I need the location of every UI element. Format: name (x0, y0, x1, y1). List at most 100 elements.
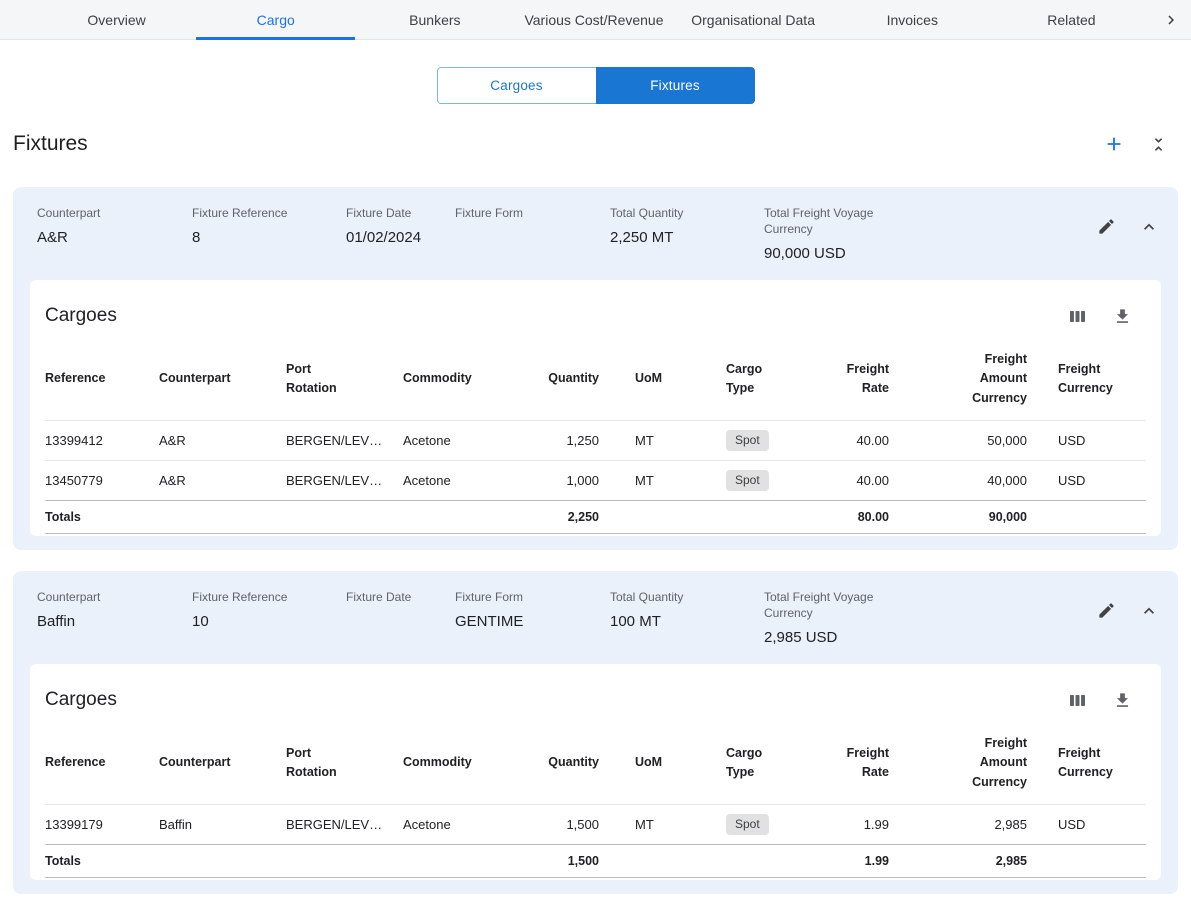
collapse-all-button[interactable] (1147, 133, 1170, 156)
unfold-less-icon (1149, 135, 1168, 154)
page-title: Fixtures (13, 132, 88, 156)
col-header-counterpart: Counterpart (159, 728, 286, 805)
totals-freight-rate: 80.00 (841, 501, 899, 534)
add-fixture-button[interactable] (1101, 131, 1127, 157)
col-header-freight-rate: Freight Rate (841, 728, 899, 805)
table-row: 13450779 A&R BERGEN/LEV… Acetone 1,000 M… (45, 461, 1146, 501)
col-header-freight-currency: Freight Currency (1033, 728, 1146, 805)
column-settings-button[interactable] (1066, 689, 1089, 712)
cell-cargo-type: Spot (721, 421, 841, 461)
totals-label: Totals (45, 501, 159, 534)
cell-counterpart: Baffin (159, 805, 286, 845)
tab-overview[interactable]: Overview (37, 0, 196, 39)
download-icon (1113, 691, 1132, 710)
chevron-up-icon (1139, 217, 1159, 237)
cell-uom: MT (605, 421, 721, 461)
totals-freight-amount-currency: 2,985 (899, 845, 1033, 878)
chevron-right-icon (1162, 11, 1180, 29)
cargoes-fixtures-toggle: Cargoes Fixtures (0, 67, 1191, 104)
cell-quantity: 1,500 (525, 805, 605, 845)
col-header-port-rotation: Port Rotation (286, 344, 403, 421)
cell-freight-rate: 40.00 (841, 461, 899, 501)
download-button[interactable] (1111, 689, 1134, 712)
download-icon (1113, 307, 1132, 326)
cell-cargo-type: Spot (721, 461, 841, 501)
cell-uom: MT (605, 805, 721, 845)
tab-invoices[interactable]: Invoices (833, 0, 992, 39)
cargoes-table: Reference Counterpart Port Rotation Comm… (45, 344, 1146, 534)
column-settings-button[interactable] (1066, 305, 1089, 328)
cell-reference: 13399179 (45, 805, 159, 845)
cell-reference: 13450779 (45, 461, 159, 501)
tab-various-cost-revenue[interactable]: Various Cost/Revenue (514, 0, 673, 39)
totals-quantity: 1,500 (525, 845, 605, 878)
tab-bunkers[interactable]: Bunkers (355, 0, 514, 39)
field-label-fixture-reference: Fixture Reference (192, 589, 336, 605)
plus-icon (1103, 133, 1125, 155)
toggle-fixtures-button[interactable]: Fixtures (596, 67, 755, 104)
cargoes-title: Cargoes (45, 305, 117, 327)
pencil-icon (1097, 601, 1116, 620)
totals-label: Totals (45, 845, 159, 878)
cargoes-table: Reference Counterpart Port Rotation Comm… (45, 728, 1146, 878)
edit-fixture-button[interactable] (1095, 215, 1118, 238)
nav-scroll-right-button[interactable] (1151, 0, 1191, 39)
col-header-freight-currency: Freight Currency (1033, 344, 1146, 421)
col-header-port-rotation: Port Rotation (286, 728, 403, 805)
cell-freight-rate: 40.00 (841, 421, 899, 461)
table-row: 13399412 A&R BERGEN/LEV… Acetone 1,250 M… (45, 421, 1146, 461)
field-label-fixture-form: Fixture Form (455, 589, 600, 605)
tab-organisational-data[interactable]: Organisational Data (674, 0, 833, 39)
fixture-summary: Counterpart Baffin Fixture Reference 10 … (30, 587, 1161, 664)
totals-row: Totals 1,500 1.99 2,985 (45, 845, 1146, 878)
field-label-counterpart: Counterpart (37, 205, 182, 221)
table-row: 13399179 Baffin BERGEN/LEV… Acetone 1,50… (45, 805, 1146, 845)
tab-cargo[interactable]: Cargo (196, 0, 355, 39)
totals-row: Totals 2,250 80.00 90,000 (45, 501, 1146, 534)
edit-fixture-button[interactable] (1095, 599, 1118, 622)
col-header-cargo-type: Cargo Type (721, 344, 841, 421)
toggle-cargoes-button[interactable]: Cargoes (437, 67, 596, 104)
cell-freight-amount-currency: 40,000 (899, 461, 1033, 501)
tab-related[interactable]: Related (992, 0, 1151, 39)
collapse-fixture-button[interactable] (1137, 215, 1161, 239)
fixture-card: Counterpart A&R Fixture Reference 8 Fixt… (13, 187, 1178, 550)
columns-icon (1068, 691, 1087, 710)
cell-freight-currency: USD (1033, 805, 1146, 845)
col-header-uom: UoM (605, 728, 721, 805)
field-value-total-quantity: 2,250 MT (610, 228, 754, 248)
cell-freight-currency: USD (1033, 421, 1146, 461)
col-header-reference: Reference (45, 728, 159, 805)
col-header-cargo-type: Cargo Type (721, 728, 841, 805)
cell-port-rotation: BERGEN/LEV… (286, 805, 403, 845)
cell-freight-rate: 1.99 (841, 805, 899, 845)
field-value-total-quantity: 100 MT (610, 612, 754, 632)
totals-freight-amount-currency: 90,000 (899, 501, 1033, 534)
col-header-freight-amount-currency: Freight Amount Currency (899, 728, 1033, 805)
field-value-fixture-form: GENTIME (455, 612, 600, 632)
cell-freight-currency: USD (1033, 461, 1146, 501)
cell-port-rotation: BERGEN/LEV… (286, 461, 403, 501)
totals-freight-rate: 1.99 (841, 845, 899, 878)
field-value-counterpart: Baffin (37, 612, 182, 632)
table-header-row: Reference Counterpart Port Rotation Comm… (45, 344, 1146, 421)
download-button[interactable] (1111, 305, 1134, 328)
field-label-total-freight-voyage-currency: Total Freight Voyage Currency (764, 589, 894, 621)
field-value-fixture-form (455, 228, 600, 247)
fixture-summary: Counterpart A&R Fixture Reference 8 Fixt… (30, 203, 1161, 280)
cell-counterpart: A&R (159, 461, 286, 501)
field-label-fixture-date: Fixture Date (346, 205, 445, 221)
col-header-reference: Reference (45, 344, 159, 421)
collapse-fixture-button[interactable] (1137, 599, 1161, 623)
totals-quantity: 2,250 (525, 501, 605, 534)
top-nav: Overview Cargo Bunkers Various Cost/Reve… (0, 0, 1191, 40)
field-value-fixture-date: 01/02/2024 (346, 228, 445, 248)
field-label-fixture-form: Fixture Form (455, 205, 600, 221)
cargoes-card: Cargoes (30, 280, 1161, 536)
col-header-quantity: Quantity (525, 344, 605, 421)
cell-reference: 13399412 (45, 421, 159, 461)
cell-commodity: Acetone (403, 421, 525, 461)
field-label-total-quantity: Total Quantity (610, 205, 754, 221)
field-label-fixture-reference: Fixture Reference (192, 205, 336, 221)
col-header-freight-amount-currency: Freight Amount Currency (899, 344, 1033, 421)
